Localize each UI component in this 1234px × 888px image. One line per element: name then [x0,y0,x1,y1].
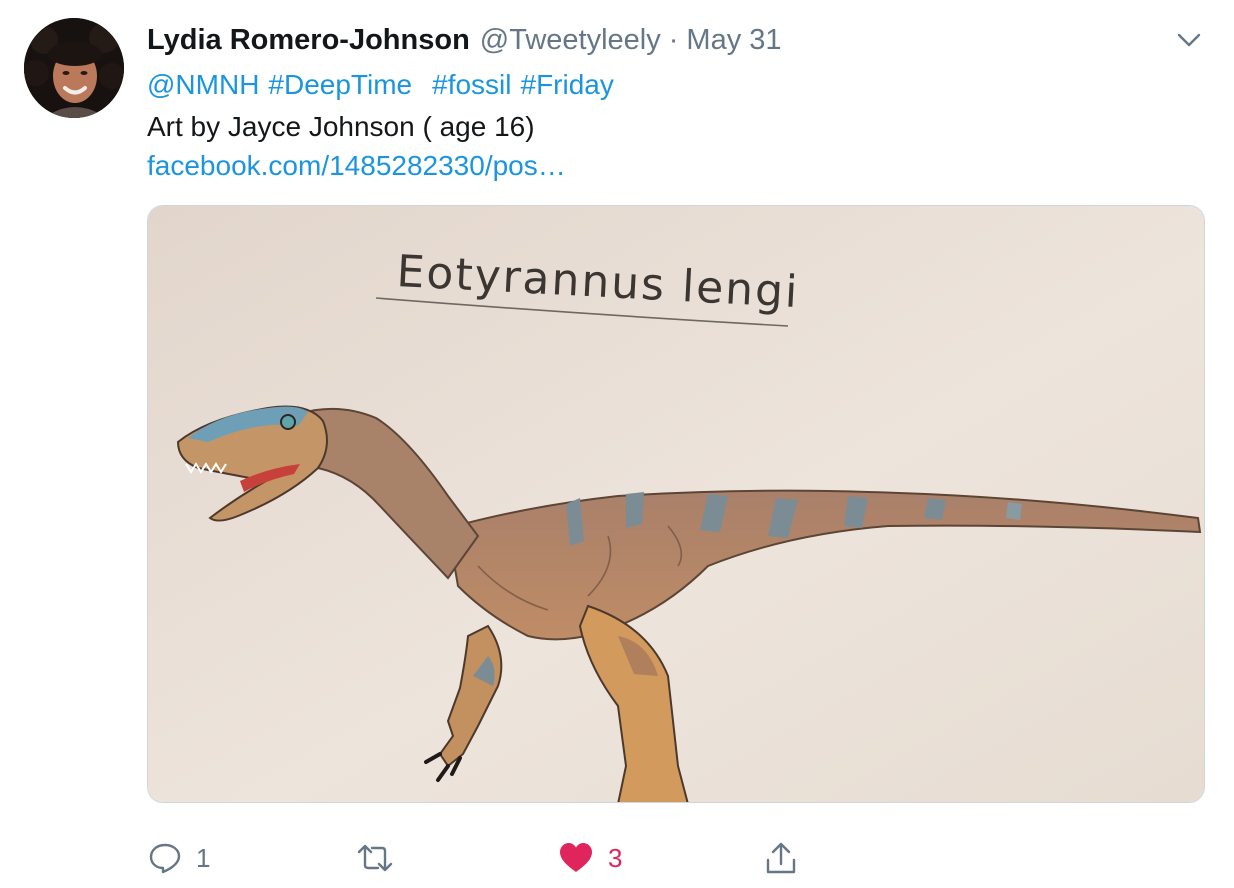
retweet-icon [357,844,393,872]
tweet-menu-button[interactable] [1173,26,1205,54]
reply-count: 1 [196,842,211,873]
share-button[interactable] [764,834,798,882]
reply-button[interactable]: 1 [148,834,210,882]
tweet-actions: 1 3 [0,834,1234,882]
dinosaur-drawing-image: Eotyrannus lengi [148,206,1204,802]
header-separator: · [668,24,679,56]
chevron-down-icon [1177,33,1201,47]
tweet-link-line: facebook.com/1485282330/pos… [147,148,566,184]
like-button[interactable]: 3 [558,834,622,882]
tweet-header: Lydia Romero-Johnson @Tweetyleely · May … [147,22,782,58]
tweet-media[interactable]: Eotyrannus lengi [147,205,1205,803]
author-avatar[interactable] [24,18,124,118]
reply-icon [149,843,181,874]
heart-icon [560,843,592,872]
share-icon [766,842,796,874]
author-handle[interactable]: @Tweetyleely [480,22,661,58]
profile-photo [24,18,124,118]
retweet-button[interactable] [356,834,408,882]
hashtag-friday[interactable]: #Friday [521,69,614,100]
hashtag-fossil[interactable]: #fossil [432,69,511,100]
hashtag-deeptime[interactable]: #DeepTime [268,69,412,100]
tweet-caption: Art by Jayce Johnson ( age 16) [147,111,535,142]
external-link[interactable]: facebook.com/1485282330/pos… [147,150,566,181]
mention-nmnh[interactable]: @NMNH [147,69,259,100]
like-count: 3 [608,842,623,873]
author-name[interactable]: Lydia Romero-Johnson [147,22,470,58]
tweet-tags-line: @NMNH #DeepTime #fossil #Friday [147,67,614,103]
tweet-date[interactable]: May 31 [686,22,781,58]
